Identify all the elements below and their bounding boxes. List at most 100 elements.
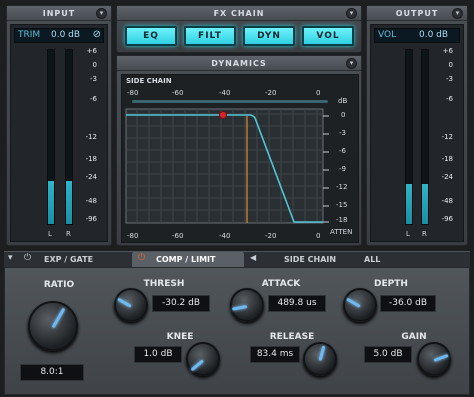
gain-knob[interactable] (417, 342, 451, 376)
power-icon[interactable]: ⏻ (138, 253, 145, 263)
thresh-knob[interactable] (114, 288, 148, 322)
knee-knob[interactable] (186, 342, 220, 376)
right-tick-4: -9 (339, 165, 346, 173)
gain-knob-pointer (433, 353, 449, 362)
output-scale-tick: -12 (441, 133, 453, 141)
trim-display[interactable]: TRIM 0.0 dB ⊘ (14, 28, 104, 43)
input-meter-left (47, 49, 55, 225)
input-scale-tick: -96 (85, 215, 97, 223)
input-scale-tick: 0 (92, 61, 97, 69)
gain-value[interactable]: 5.0 dB (364, 346, 412, 363)
tab-comp-limit[interactable]: COMP / LIMIT (156, 254, 215, 266)
input-meter-area: TRIM 0.0 dB ⊘ +6 0 -3 -6 -12 -18 -24 -48 -96 L R (10, 24, 108, 242)
top-tick-2: -60 (172, 89, 184, 97)
input-scale-tick: -48 (85, 197, 97, 205)
right-tick-3: -6 (339, 147, 346, 155)
output-scale-tick: -6 (446, 95, 453, 103)
trim-value: 0.0 dB (51, 30, 81, 40)
output-scale-tick: -96 (441, 215, 453, 223)
top-tick-3: -40 (219, 89, 231, 97)
chevron-down-icon[interactable]: ▾ (8, 253, 13, 263)
input-scale-tick: -24 (85, 173, 97, 181)
input-meter-left-fill (48, 180, 54, 224)
right-tick-5: -12 (336, 183, 348, 191)
input-scale-tick: -3 (90, 75, 97, 83)
fx-filt-button[interactable]: FILT (184, 26, 236, 46)
ratio-knob-pointer (51, 307, 66, 329)
output-scale-tick: +6 (442, 47, 453, 55)
vol-label: VOL (378, 30, 397, 40)
right-tick-2: -3 (339, 129, 346, 137)
tab-side-chain[interactable]: SIDE CHAIN (284, 254, 336, 266)
depth-knob[interactable] (343, 288, 377, 322)
tab-all[interactable]: ALL (364, 254, 380, 266)
output-channel-r: R (422, 230, 427, 238)
thresh-label: THRESH (143, 279, 185, 289)
input-scale-tick: -6 (90, 95, 97, 103)
bottom-tick-3: -40 (219, 232, 231, 240)
transfer-curve-graph[interactable] (117, 56, 363, 247)
tab-exp-gate[interactable]: EXP / GATE (44, 254, 93, 266)
attack-knob-pointer (231, 305, 248, 311)
trim-label: TRIM (18, 30, 41, 40)
right-tick-7: -18 (336, 216, 348, 224)
ratio-label: RATIO (43, 280, 75, 290)
depth-value[interactable]: -36.0 dB (380, 295, 436, 312)
knee-value[interactable]: 1.0 dB (134, 346, 182, 363)
link-off-icon[interactable]: ⊘ (93, 29, 101, 40)
bottom-tick-2: -60 (172, 232, 184, 240)
input-scale-tick: -12 (85, 133, 97, 141)
input-channel-r: R (66, 230, 71, 238)
attack-value[interactable]: 489.8 us (268, 295, 326, 312)
input-meter-right (65, 49, 73, 225)
thresh-knob-pointer (117, 297, 132, 308)
output-meter-left-fill (406, 183, 412, 224)
chevron-down-icon[interactable]: ▾ (96, 8, 107, 19)
depth-knob-pointer (346, 297, 361, 308)
vol-value: 0.0 dB (419, 30, 449, 40)
output-meter-right (421, 49, 429, 225)
dynamics-panel: DYNAMICS ▾ SIDE CHAIN dB ATTEN -80 -60 -… (116, 55, 362, 246)
attack-label: ATTACK (261, 279, 301, 289)
output-scale: +6 0 -3 -6 -12 -18 -24 -48 -96 (433, 47, 461, 227)
ratio-knob[interactable] (28, 301, 78, 351)
fx-eq-button[interactable]: EQ (125, 26, 177, 46)
right-tick-6: -15 (336, 201, 348, 209)
gain-label: GAIN (401, 332, 427, 342)
bottom-tick-1: -80 (127, 232, 139, 240)
input-scale-tick: -18 (85, 155, 97, 163)
input-scale: +6 0 -3 -6 -12 -18 -24 -48 -96 (77, 47, 105, 227)
fx-chain-title: FX CHAIN (117, 6, 361, 21)
release-knob[interactable] (303, 342, 337, 376)
ratio-value[interactable]: 8.0:1 (20, 364, 84, 381)
release-knob-pointer (318, 345, 326, 361)
input-channel-l: L (48, 230, 52, 238)
fx-dyn-button[interactable]: DYN (243, 26, 295, 46)
atten-scale-ticks (323, 115, 329, 223)
output-meter-left (405, 49, 413, 225)
input-meter-right-fill (66, 180, 72, 224)
output-meter-right-fill (422, 183, 428, 224)
speaker-icon[interactable]: ◀ (250, 253, 256, 262)
threshold-handle (219, 111, 227, 119)
release-value[interactable]: 83.4 ms (250, 346, 300, 363)
chevron-down-icon[interactable]: ▾ (452, 8, 463, 19)
output-scale-tick: -24 (441, 173, 453, 181)
bottom-tick-5: 0 (316, 232, 321, 240)
top-tick-4: -20 (265, 89, 277, 97)
chevron-down-icon[interactable]: ▾ (346, 8, 357, 19)
output-scale-tick: -48 (441, 197, 453, 205)
power-icon[interactable]: ⏻ (24, 253, 31, 263)
output-meter-area: VOL 0.0 dB +6 0 -3 -6 -12 -18 -24 -48 -96 L R (370, 24, 464, 242)
thresh-value[interactable]: -30.2 dB (152, 295, 210, 312)
output-scale-tick: 0 (448, 61, 453, 69)
depth-label: DEPTH (374, 279, 408, 289)
attack-knob[interactable] (230, 288, 264, 322)
knee-knob-pointer (190, 359, 204, 372)
input-panel: INPUT ▾ TRIM 0.0 dB ⊘ +6 0 -3 -6 -12 -18 -24 -4… (6, 5, 112, 246)
input-scale-tick: +6 (86, 47, 97, 55)
fx-vol-button[interactable]: VOL (302, 26, 354, 46)
vol-display[interactable]: VOL 0.0 dB (374, 28, 460, 43)
output-panel: OUTPUT ▾ VOL 0.0 dB +6 0 -3 -6 -12 -18 -24 -48-… (366, 5, 468, 246)
knee-label: KNEE (166, 332, 194, 342)
